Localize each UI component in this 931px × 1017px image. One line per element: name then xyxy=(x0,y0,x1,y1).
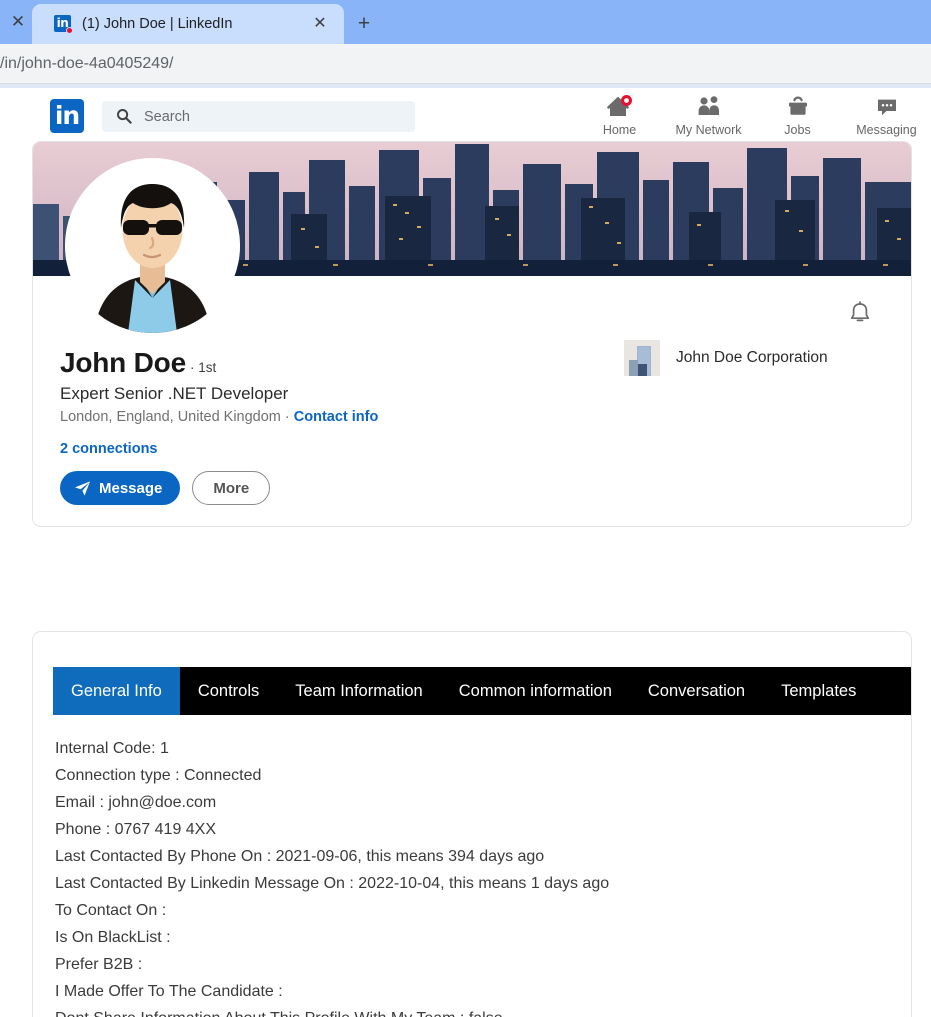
detail-email: Email : john@doe.com xyxy=(55,794,217,811)
nav-item-jobs[interactable]: Jobs xyxy=(753,94,842,137)
tab-controls[interactable]: Controls xyxy=(180,667,277,715)
browser-tab-title: (1) John Doe | LinkedIn xyxy=(82,16,233,32)
message-button-label: Message xyxy=(99,479,163,497)
bell-icon[interactable] xyxy=(847,300,873,326)
company-name: John Doe Corporation xyxy=(676,349,828,366)
detail-connection-type: Connection type : Connected xyxy=(55,767,262,784)
more-button-label: More xyxy=(213,479,250,497)
profile-info: John Doe · 1st Expert Senior .NET Develo… xyxy=(60,347,620,505)
briefcase-icon xyxy=(786,94,810,120)
tab-general-info[interactable]: General Info xyxy=(53,667,180,715)
linkedin-logo-icon[interactable]: in xyxy=(50,99,84,133)
detail-last-contacted-phone: Last Contacted By Phone On : 2021-09-06,… xyxy=(55,848,545,865)
name-line: John Doe · 1st xyxy=(60,347,620,379)
home-icon xyxy=(606,94,633,120)
browser-tab-strip: ✕ in (1) John Doe | LinkedIn ✕ + xyxy=(0,0,931,44)
company-logo-icon xyxy=(624,340,660,376)
tab-conversation[interactable]: Conversation xyxy=(630,667,763,715)
nav-item-messaging-label: Messaging xyxy=(856,123,917,137)
message-bubble-icon xyxy=(875,94,899,120)
browser-tab[interactable]: in (1) John Doe | LinkedIn ✕ xyxy=(32,4,344,44)
profile-headline: Expert Senior .NET Developer xyxy=(60,384,289,403)
detail-made-offer: I Made Offer To The Candidate : xyxy=(55,983,283,1000)
profile-card: John Doe Corporation John Doe · 1st Expe… xyxy=(32,141,912,527)
nav-item-home-label: Home xyxy=(602,123,637,137)
avatar-illustration xyxy=(65,158,240,333)
linkedin-page: in Home xyxy=(0,88,931,1017)
nav-item-jobs-label: Jobs xyxy=(784,123,811,137)
search-box[interactable] xyxy=(102,101,415,132)
browser-address-bar[interactable]: /in/john-doe-4a0405249/ xyxy=(0,44,931,84)
profile-location-line: London, England, United Kingdom · Contac… xyxy=(60,409,620,425)
nav-items: Home My Network Jobs Messaging xyxy=(575,94,931,137)
people-icon xyxy=(696,94,722,120)
nav-item-my-network[interactable]: My Network xyxy=(664,94,753,137)
page-title: John Doe xyxy=(60,347,186,378)
notification-dot-icon xyxy=(66,27,73,34)
address-bar-url: /in/john-doe-4a0405249/ xyxy=(0,55,174,72)
details-tabbar: General Info Controls Team Information C… xyxy=(53,667,911,715)
linkedin-favicon-icon: in xyxy=(54,15,73,34)
general-info-panel: Internal Code: 1 Connection type : Conne… xyxy=(55,735,895,1017)
contact-info-link[interactable]: Contact info xyxy=(294,409,379,425)
detail-prefer-b2b: Prefer B2B : xyxy=(55,956,143,973)
connections-count[interactable]: 2 connections xyxy=(60,441,620,457)
more-button[interactable]: More xyxy=(192,471,271,505)
tab-templates[interactable]: Templates xyxy=(763,667,874,715)
avatar[interactable] xyxy=(65,158,240,333)
tab-close-icon[interactable]: ✕ xyxy=(310,14,330,34)
detail-dont-share: Dont Share Information About This Profil… xyxy=(55,1005,895,1017)
profile-location: London, England, United Kingdom · xyxy=(60,409,294,425)
linkedin-global-nav: in Home xyxy=(0,88,931,142)
window-close-icon[interactable]: ✕ xyxy=(5,8,31,34)
message-button[interactable]: Message xyxy=(60,471,181,505)
tab-team-information[interactable]: Team Information xyxy=(277,667,440,715)
detail-phone: Phone : 0767 419 4XX xyxy=(55,821,217,838)
search-input[interactable] xyxy=(142,101,407,132)
nav-item-home[interactable]: Home xyxy=(575,94,664,137)
tab-common-information[interactable]: Common information xyxy=(441,667,630,715)
send-icon xyxy=(74,480,91,497)
profile-action-buttons: Message More xyxy=(60,471,620,505)
current-company[interactable]: John Doe Corporation xyxy=(624,340,828,376)
detail-to-contact-on: To Contact On : xyxy=(55,902,167,919)
detail-is-on-blacklist: Is On BlackList : xyxy=(55,929,171,946)
nav-item-messaging[interactable]: Messaging xyxy=(842,94,931,137)
search-icon xyxy=(116,108,132,124)
detail-last-contacted-message: Last Contacted By Linkedin Message On : … xyxy=(55,875,610,892)
nav-item-my-network-label: My Network xyxy=(675,123,742,137)
connection-degree: · 1st xyxy=(189,360,217,375)
detail-internal-code: Internal Code: 1 xyxy=(55,740,169,757)
new-tab-icon[interactable]: + xyxy=(350,9,378,37)
details-card: General Info Controls Team Information C… xyxy=(32,631,912,1017)
